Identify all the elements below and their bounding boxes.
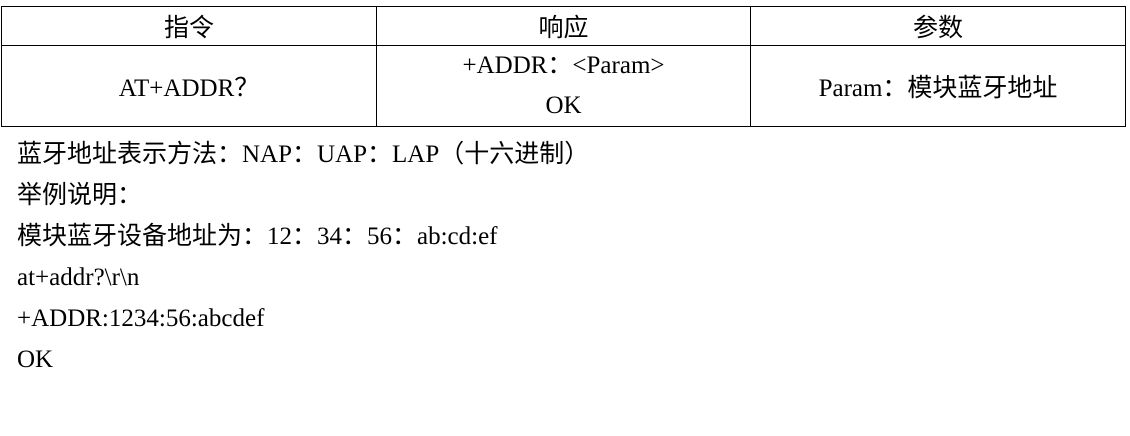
note-example-command: at+addr?\r\n	[17, 264, 140, 291]
cell-response: +ADDR：<Param> OK	[376, 45, 751, 127]
response-line-2: OK	[545, 92, 582, 119]
cell-param: Param：模块蓝牙地址	[750, 45, 1126, 127]
notes-block: 蓝牙地址表示方法：NAP：UAP：LAP（十六进制） 举例说明： 模块蓝牙设备地…	[17, 134, 589, 380]
table-header-row: 指令 响应 参数	[1, 6, 1126, 46]
note-example-ok: OK	[17, 346, 54, 373]
cell-command: AT+ADDR？	[1, 45, 377, 127]
header-command: 指令	[1, 6, 377, 46]
note-example-heading: 举例说明：	[17, 182, 143, 209]
header-response: 响应	[376, 6, 751, 46]
command-table: 指令 响应 参数 AT+ADDR？ +ADDR：<Param> OK Param…	[1, 6, 1126, 127]
header-param: 参数	[750, 6, 1126, 46]
table-row: AT+ADDR？ +ADDR：<Param> OK Param：模块蓝牙地址	[1, 45, 1126, 127]
response-line-1: +ADDR：<Param>	[462, 52, 665, 79]
note-example-address: 模块蓝牙设备地址为：12：34：56：ab:cd:ef	[17, 223, 498, 250]
note-example-response: +ADDR:1234:56:abcdef	[17, 305, 265, 332]
note-address-format: 蓝牙地址表示方法：NAP：UAP：LAP（十六进制）	[17, 141, 590, 168]
